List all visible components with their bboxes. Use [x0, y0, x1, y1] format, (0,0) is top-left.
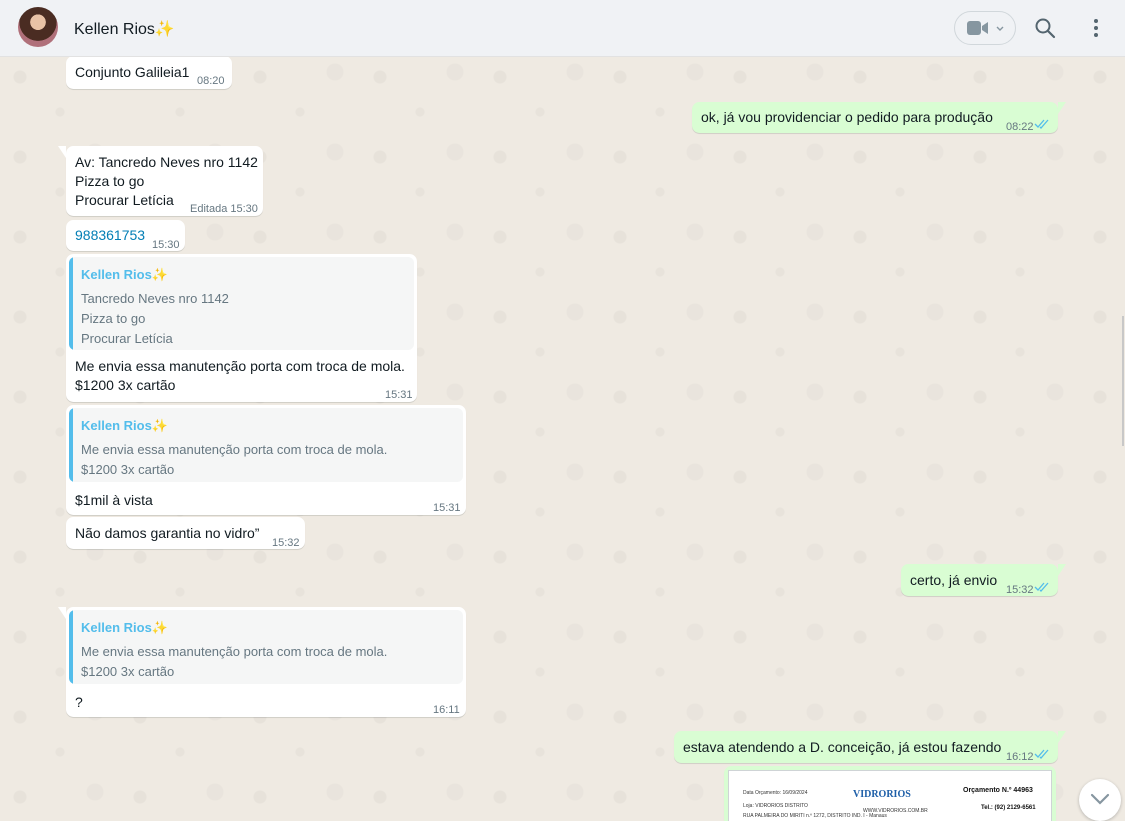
message-line: $1200 3x cartão — [75, 377, 176, 393]
incoming-message[interactable]: 988361753 15:30 — [66, 220, 185, 251]
quote-accent-bar — [69, 408, 73, 482]
document-message[interactable]: Data Orçamento: 16/09/2024 Loja: VIDRORI… — [724, 766, 1056, 821]
quote-line: Tancredo Neves nro 1142 — [81, 291, 229, 306]
incoming-reply-message[interactable]: Kellen Rios✨ Tancredo Neves nro 1142 Piz… — [66, 254, 417, 402]
message-line: Av: Tancredo Neves nro 1142 — [75, 154, 258, 170]
chat-header: Kellen Rios✨ — [0, 0, 1125, 57]
message-time: 15:32 — [1006, 584, 1034, 596]
video-call-button[interactable] — [954, 11, 1016, 45]
quote-accent-bar — [69, 257, 73, 350]
phone-link[interactable]: 988361753 — [75, 226, 145, 245]
contact-name[interactable]: Kellen Rios✨ — [74, 19, 175, 39]
incoming-reply-message[interactable]: Kellen Rios✨ Me envia essa manutenção po… — [58, 607, 466, 717]
quote-author: Kellen Rios✨ — [81, 267, 168, 282]
message-time: 08:20 — [197, 75, 225, 87]
chevron-down-icon — [996, 26, 1004, 31]
quote-line: Procurar Letícia — [81, 331, 173, 346]
message-line: Me envia essa manutenção porta com troca… — [75, 358, 405, 374]
quote-line: Me envia essa manutenção porta com troca… — [81, 644, 388, 659]
scroll-down-icon — [1090, 793, 1110, 805]
document-preview[interactable]: Data Orçamento: 16/09/2024 Loja: VIDRORI… — [728, 770, 1052, 821]
scroll-down-button[interactable] — [1079, 779, 1121, 821]
menu-icon[interactable] — [1089, 16, 1103, 40]
message-line: Procurar Letícia — [75, 192, 174, 208]
outgoing-message[interactable]: ok, já vou providenciar o pedido para pr… — [692, 102, 1066, 133]
message-line: Pizza to go — [75, 173, 145, 189]
message-text: estava atendendo a D. conceição, já esto… — [683, 739, 1002, 755]
quote-line: $1200 3x cartão — [81, 664, 175, 679]
vidrorios-logo: VIDRORIOS — [853, 789, 911, 800]
message-time: 15:32 — [272, 537, 300, 549]
message-time: 16:11 — [433, 704, 460, 716]
message-list[interactable]: Conjunto Galileia1 08:20 ok, já vou prov… — [0, 57, 1125, 821]
quote-line: Pizza to go — [81, 311, 146, 326]
quote-author: Kellen Rios✨ — [81, 620, 168, 635]
scrollbar-thumb[interactable] — [1122, 316, 1124, 446]
video-call-icon — [967, 21, 988, 35]
double-check-icon — [1034, 749, 1049, 759]
message-time: 15:31 — [433, 502, 461, 514]
quoted-message[interactable]: Kellen Rios✨ Me envia essa manutenção po… — [69, 610, 463, 684]
document-phone: Tel.: (92) 2129-6561 — [981, 805, 1036, 811]
quoted-message[interactable]: Kellen Rios✨ Me envia essa manutenção po… — [69, 408, 463, 482]
message-text: Não damos garantia no vidro” — [75, 525, 260, 541]
incoming-message[interactable]: Av: Tancredo Neves nro 1142 Pizza to go … — [58, 146, 263, 216]
quote-line: $1200 3x cartão — [81, 462, 175, 477]
incoming-reply-message[interactable]: Kellen Rios✨ Me envia essa manutenção po… — [66, 405, 466, 515]
message-text: $1mil à vista — [75, 492, 153, 508]
double-check-icon — [1034, 582, 1049, 592]
message-time: Editada 15:30 — [190, 203, 258, 215]
search-icon[interactable] — [1034, 17, 1056, 39]
message-text: ? — [75, 694, 83, 710]
quote-accent-bar — [69, 610, 73, 684]
message-text: ok, já vou providenciar o pedido para pr… — [701, 109, 993, 125]
message-time: 15:31 — [385, 389, 413, 401]
quote-line: Me envia essa manutenção porta com troca… — [81, 442, 388, 457]
document-date: Data Orçamento: 16/09/2024 — [743, 790, 808, 796]
document-website: WWW.VIDRORIOS.COM.BR — [863, 808, 928, 814]
message-time: 16:12 — [1006, 751, 1034, 763]
outgoing-message[interactable]: estava atendendo a D. conceição, já esto… — [674, 731, 1066, 763]
quote-author: Kellen Rios✨ — [81, 418, 168, 433]
message-text: certo, já envio — [910, 572, 998, 588]
incoming-message[interactable]: Não damos garantia no vidro” 15:32 — [66, 517, 305, 549]
message-time: 15:30 — [152, 239, 180, 251]
message-text: Conjunto Galileia1 — [75, 64, 190, 80]
message-time: 08:22 — [1006, 121, 1034, 133]
document-store: Loja: VIDRORIOS DISTRITO — [743, 803, 808, 809]
incoming-message[interactable]: Conjunto Galileia1 08:20 — [66, 57, 232, 89]
document-quote-number: Orçamento N.º 44963 — [963, 787, 1033, 794]
double-check-icon — [1034, 119, 1049, 129]
outgoing-message[interactable]: certo, já envio 15:32 — [901, 564, 1066, 596]
contact-avatar[interactable] — [18, 7, 58, 47]
quoted-message[interactable]: Kellen Rios✨ Tancredo Neves nro 1142 Piz… — [69, 257, 414, 350]
